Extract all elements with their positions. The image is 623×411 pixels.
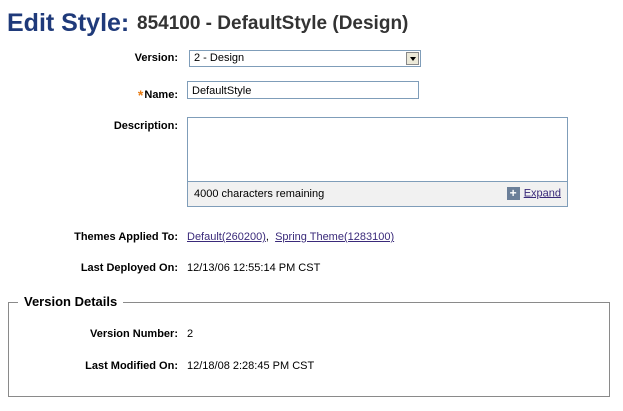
- plus-icon[interactable]: +: [506, 187, 520, 200]
- name-field[interactable]: DefaultStyle: [187, 81, 419, 99]
- expand-button[interactable]: + Expand: [506, 187, 561, 200]
- themes-links: Default(260200), Spring Theme(1283100): [187, 231, 394, 243]
- name-label: Name:: [144, 89, 178, 101]
- version-label: Version:: [134, 52, 178, 64]
- description-textarea[interactable]: [187, 117, 568, 182]
- version-select[interactable]: 2 - Design: [189, 50, 421, 67]
- version-details-legend: Version Details: [18, 294, 124, 309]
- theme-link-spring[interactable]: Spring Theme(1283100): [275, 231, 394, 243]
- last-modified-value: 12/18/08 2:28:45 PM CST: [187, 360, 315, 372]
- version-select-value: 2 - Design: [194, 52, 245, 64]
- themes-label: Themes Applied To:: [74, 231, 178, 243]
- chevron-down-icon[interactable]: [406, 52, 419, 65]
- style-identifier: 854100 - DefaultStyle (Design): [137, 13, 409, 34]
- expand-link[interactable]: Expand: [524, 187, 561, 199]
- description-label: Description:: [113, 120, 178, 132]
- last-modified-label: Last Modified On:: [85, 360, 178, 372]
- name-label-row: *Name:: [8, 85, 178, 103]
- page-title: Edit Style:: [7, 9, 130, 37]
- last-deployed-value: 12/13/06 12:55:14 PM CST: [187, 262, 321, 274]
- required-icon: *: [137, 87, 144, 103]
- theme-link-default[interactable]: Default(260200): [187, 231, 266, 243]
- description-footer: 4000 characters remaining + Expand: [187, 181, 568, 207]
- characters-remaining: 4000 characters remaining: [194, 188, 325, 200]
- last-deployed-label: Last Deployed On:: [80, 262, 178, 274]
- version-number-label: Version Number:: [89, 328, 178, 340]
- version-number-value: 2: [187, 328, 194, 340]
- version-details-box: [8, 302, 610, 397]
- theme-separator: ,: [265, 231, 269, 243]
